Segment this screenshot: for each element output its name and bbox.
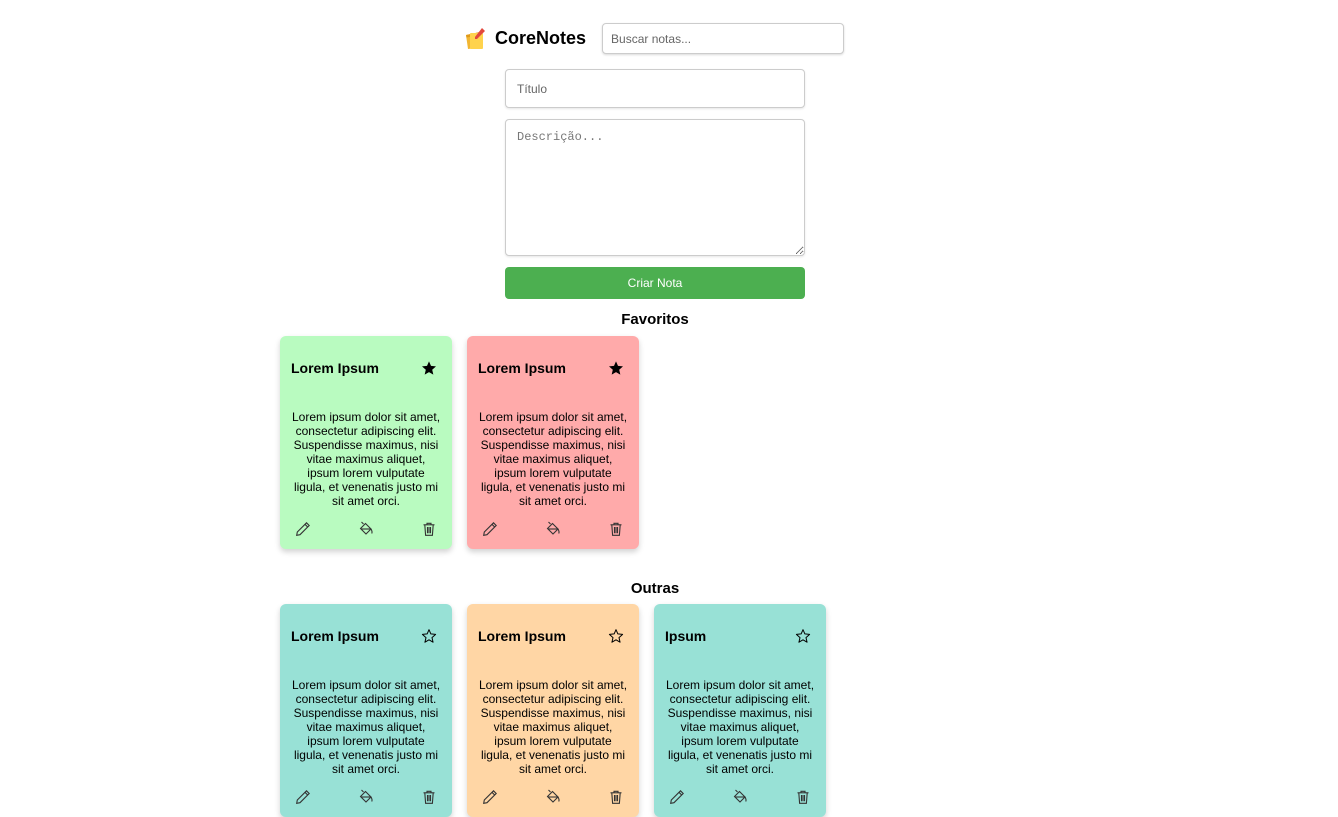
note-title: Lorem Ipsum [291, 360, 379, 376]
star-filled-icon[interactable] [421, 360, 437, 376]
note-card: Lorem Ipsum Lorem ipsum dolor sit amet, … [467, 604, 639, 817]
note-body: Lorem ipsum dolor sit amet, consectetur … [478, 678, 628, 776]
note-actions [665, 789, 815, 805]
trash-icon[interactable] [421, 521, 437, 537]
note-body: Lorem ipsum dolor sit amet, consectetur … [291, 410, 441, 508]
paint-bucket-icon[interactable] [358, 521, 374, 537]
pencil-icon[interactable] [482, 521, 498, 537]
note-header: Ipsum [665, 604, 815, 668]
others-heading: Outras [630, 580, 680, 597]
note-actions [478, 789, 628, 805]
note-title: Ipsum [665, 628, 707, 644]
note-header: Lorem Ipsum [291, 336, 441, 400]
logo: CoreNotes [463, 27, 602, 51]
star-outline-icon[interactable] [421, 628, 437, 644]
pencil-icon[interactable] [669, 789, 685, 805]
note-header: Lorem Ipsum [478, 336, 628, 400]
favorites-heading: Favoritos [621, 311, 689, 328]
pencil-icon[interactable] [482, 789, 498, 805]
note-actions [291, 521, 441, 537]
memo-icon [463, 27, 487, 51]
trash-icon[interactable] [608, 789, 624, 805]
header: CoreNotes [463, 23, 845, 54]
note-title: Lorem Ipsum [478, 628, 566, 644]
title-input[interactable] [505, 69, 805, 108]
note-body: Lorem ipsum dolor sit amet, consectetur … [291, 678, 441, 776]
star-filled-icon[interactable] [608, 360, 624, 376]
note-form: Criar Nota [505, 69, 805, 299]
note-card: Lorem Ipsum Lorem ipsum dolor sit amet, … [280, 604, 452, 817]
star-outline-icon[interactable] [608, 628, 624, 644]
note-actions [291, 789, 441, 805]
note-card: Lorem Ipsum Lorem ipsum dolor sit amet, … [467, 336, 639, 549]
paint-bucket-icon[interactable] [545, 789, 561, 805]
note-header: Lorem Ipsum [478, 604, 628, 668]
favorites-grid: Lorem Ipsum Lorem ipsum dolor sit amet, … [280, 336, 639, 549]
note-title: Lorem Ipsum [291, 628, 379, 644]
search-input[interactable] [602, 23, 845, 54]
star-outline-icon[interactable] [795, 628, 811, 644]
paint-bucket-icon[interactable] [358, 789, 374, 805]
app-title: CoreNotes [495, 28, 587, 48]
note-body: Lorem ipsum dolor sit amet, consectetur … [665, 678, 815, 776]
paint-bucket-icon[interactable] [732, 789, 748, 805]
create-note-button[interactable]: Criar Nota [505, 267, 805, 299]
trash-icon[interactable] [421, 789, 437, 805]
pencil-icon[interactable] [295, 521, 311, 537]
paint-bucket-icon[interactable] [545, 521, 561, 537]
note-card: Ipsum Lorem ipsum dolor sit amet, consec… [654, 604, 826, 817]
others-grid: Lorem Ipsum Lorem ipsum dolor sit amet, … [280, 604, 826, 817]
note-actions [478, 521, 628, 537]
trash-icon[interactable] [795, 789, 811, 805]
description-input[interactable] [505, 119, 805, 256]
note-body: Lorem ipsum dolor sit amet, consectetur … [478, 410, 628, 508]
note-header: Lorem Ipsum [291, 604, 441, 668]
pencil-icon[interactable] [295, 789, 311, 805]
note-title: Lorem Ipsum [478, 360, 566, 376]
note-card: Lorem Ipsum Lorem ipsum dolor sit amet, … [280, 336, 452, 549]
trash-icon[interactable] [608, 521, 624, 537]
